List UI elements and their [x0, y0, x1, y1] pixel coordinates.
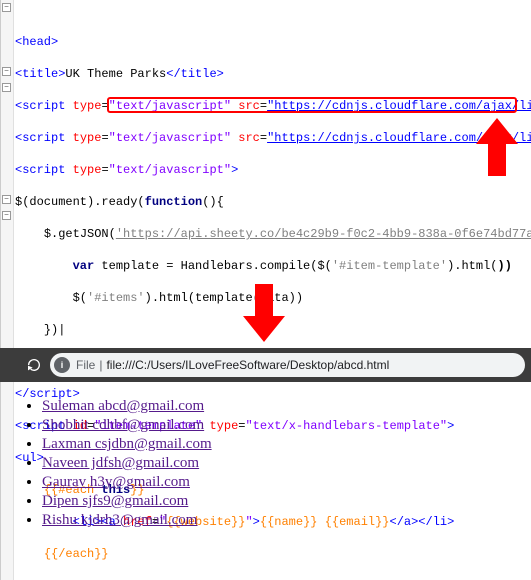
arrow-up-icon	[476, 118, 518, 176]
code-line: <head>	[15, 34, 527, 50]
url-bar[interactable]: i File | file:///C:/Users/ILoveFreeSoftw…	[50, 353, 525, 377]
fold-icon[interactable]: −	[2, 83, 11, 92]
result-list: Suleman abcd@gmail.com Shobhit cdhbf@gma…	[42, 398, 531, 529]
list-link[interactable]: Shobhit cdhbf@gmail.com	[42, 417, 204, 433]
fold-icon[interactable]: −	[2, 195, 11, 204]
fold-icon[interactable]: −	[2, 3, 11, 12]
url-path: file:///C:/Users/ILoveFreeSoftware/Deskt…	[106, 358, 389, 372]
list-link[interactable]: Gaurav h3y@gmail.com	[42, 474, 190, 490]
code-line: <script type="text/javascript" src="http…	[15, 98, 527, 114]
list-item: Dipen sjfs9@gmail.com	[42, 493, 531, 510]
code-line: <script type="text/javascript">	[15, 162, 527, 178]
list-item: Naveen jdfsh@gmail.com	[42, 455, 531, 472]
code-line: $.getJSON('https://api.sheety.co/be4c29b…	[15, 226, 527, 242]
code-line: <title>UK Theme Parks</title>	[15, 66, 527, 82]
url-scheme: File	[76, 358, 95, 372]
code-line: var template = Handlebars.compile($('#it…	[15, 258, 527, 274]
arrow-down-icon	[243, 284, 285, 342]
url-separator: |	[99, 358, 102, 372]
list-link[interactable]: Suleman abcd@gmail.com	[42, 398, 204, 414]
code-line: {{/each}}	[15, 546, 527, 562]
rendered-page: Suleman abcd@gmail.com Shobhit cdhbf@gma…	[0, 382, 531, 531]
list-link[interactable]: Rishu kjdrh3@gmail.com	[42, 512, 197, 528]
list-item: Gaurav h3y@gmail.com	[42, 474, 531, 491]
list-link[interactable]: Laxman csjdbn@gmail.com	[42, 436, 212, 452]
info-icon[interactable]: i	[54, 357, 70, 373]
list-item: Suleman abcd@gmail.com	[42, 398, 531, 415]
list-item: Shobhit cdhbf@gmail.com	[42, 417, 531, 434]
fold-icon[interactable]: −	[2, 67, 11, 76]
code-line: $(document).ready(function(){	[15, 194, 527, 210]
list-item: Rishu kjdrh3@gmail.com	[42, 512, 531, 529]
list-link[interactable]: Naveen jdfsh@gmail.com	[42, 455, 199, 471]
browser-toolbar: i File | file:///C:/Users/ILoveFreeSoftw…	[0, 348, 531, 382]
fold-icon[interactable]: −	[2, 211, 11, 220]
code-line: <script type="text/javascript" src="http…	[15, 130, 527, 146]
list-item: Laxman csjdbn@gmail.com	[42, 436, 531, 453]
reload-icon[interactable]	[26, 357, 42, 373]
list-link[interactable]: Dipen sjfs9@gmail.com	[42, 493, 188, 509]
